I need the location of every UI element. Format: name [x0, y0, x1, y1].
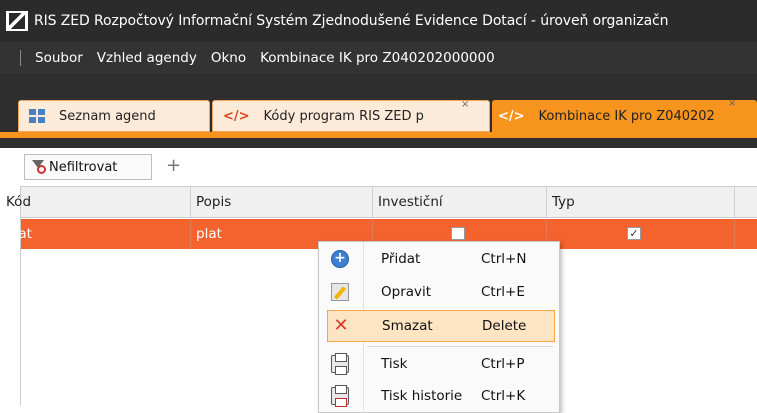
filter-off-icon	[31, 159, 47, 175]
grid-icon	[29, 109, 45, 123]
menu-item-tisk[interactable]: Tisk Ctrl+P	[319, 348, 557, 380]
add-filter-button[interactable]: +	[166, 155, 181, 176]
cell-kod[interactable]: plat	[1, 219, 191, 249]
menu-item-shortcut: Ctrl+K	[481, 388, 526, 404]
menu-kombinace[interactable]: Kombinace IK pro Z040202000000	[260, 50, 495, 66]
menu-vzhled-agendy[interactable]: Vzhled agendy	[97, 50, 197, 66]
column-header-investicni[interactable]: Investiční	[373, 187, 547, 217]
menu-separator	[367, 346, 553, 347]
menu-item-opravit[interactable]: Opravit Ctrl+E	[319, 276, 557, 308]
tab-kombinace-ik[interactable]: </> Kombinace IK pro Z040202 ×	[492, 100, 757, 132]
tab-label: Seznam agend	[59, 108, 156, 124]
document-tab-bar: Seznam agend </> Kódy program RIS ZED p …	[0, 74, 757, 148]
menu-separator	[20, 50, 21, 66]
menu-bar: Soubor Vzhled agendy Okno Kombinace IK p…	[0, 42, 757, 74]
column-header-popis[interactable]: Popis	[191, 187, 373, 217]
menu-item-tisk-historie[interactable]: Tisk historie Ctrl+K	[319, 380, 557, 412]
cell-typ[interactable]: ✓	[547, 219, 735, 249]
menu-okno[interactable]: Okno	[211, 50, 246, 66]
tab-kody-program[interactable]: </> Kódy program RIS ZED p ×	[212, 100, 490, 132]
menu-soubor[interactable]: Soubor	[35, 50, 83, 66]
active-tab-strip	[0, 132, 757, 138]
tab-label: Kombinace IK pro Z040202	[538, 108, 715, 124]
menu-item-smazat[interactable]: ✕ Smazat Delete	[327, 310, 555, 342]
tab-label: Kódy program RIS ZED p	[263, 108, 424, 124]
edit-icon	[331, 283, 349, 301]
menu-item-label: Smazat	[382, 318, 433, 334]
table-header: Kód Popis Investiční Typ	[6, 186, 757, 218]
context-menu: + Přidat Ctrl+N Opravit Ctrl+E ✕ Smazat …	[318, 241, 560, 413]
column-header-kod[interactable]: Kód	[1, 187, 191, 217]
menu-item-pridat[interactable]: + Přidat Ctrl+N	[319, 243, 557, 275]
tab-close-icon[interactable]: ×	[728, 100, 736, 109]
menu-item-label: Přidat	[381, 251, 421, 267]
add-icon: +	[331, 250, 349, 268]
menu-item-label: Opravit	[381, 284, 432, 300]
filter-button[interactable]: Nefiltrovat	[24, 154, 152, 180]
code-icon: </>	[223, 108, 250, 124]
filter-label: Nefiltrovat	[49, 159, 118, 175]
tab-seznam-agend[interactable]: Seznam agend	[18, 100, 210, 132]
menu-item-shortcut: Ctrl+P	[481, 356, 525, 372]
tab-close-icon[interactable]: ×	[461, 101, 469, 110]
window-title: RIS ZED Rozpočtový Informační Systém Zje…	[34, 13, 669, 29]
filter-toolbar: Nefiltrovat +	[0, 148, 757, 184]
print-icon	[331, 353, 349, 375]
menu-item-shortcut: Ctrl+E	[481, 284, 525, 300]
app-logo-icon	[6, 11, 28, 31]
print-history-icon	[331, 385, 349, 407]
menu-item-label: Tisk historie	[381, 388, 463, 404]
column-header-typ[interactable]: Typ	[547, 187, 735, 217]
menu-item-label: Tisk	[381, 356, 408, 372]
title-bar: RIS ZED Rozpočtový Informační Systém Zje…	[0, 0, 757, 42]
menu-item-shortcut: Delete	[482, 318, 527, 334]
menu-item-shortcut: Ctrl+N	[481, 251, 527, 267]
investicni-checkbox[interactable]	[451, 227, 465, 240]
code-icon: </>	[498, 108, 525, 124]
typ-checkbox[interactable]: ✓	[627, 227, 641, 240]
delete-icon: ✕	[333, 315, 349, 336]
